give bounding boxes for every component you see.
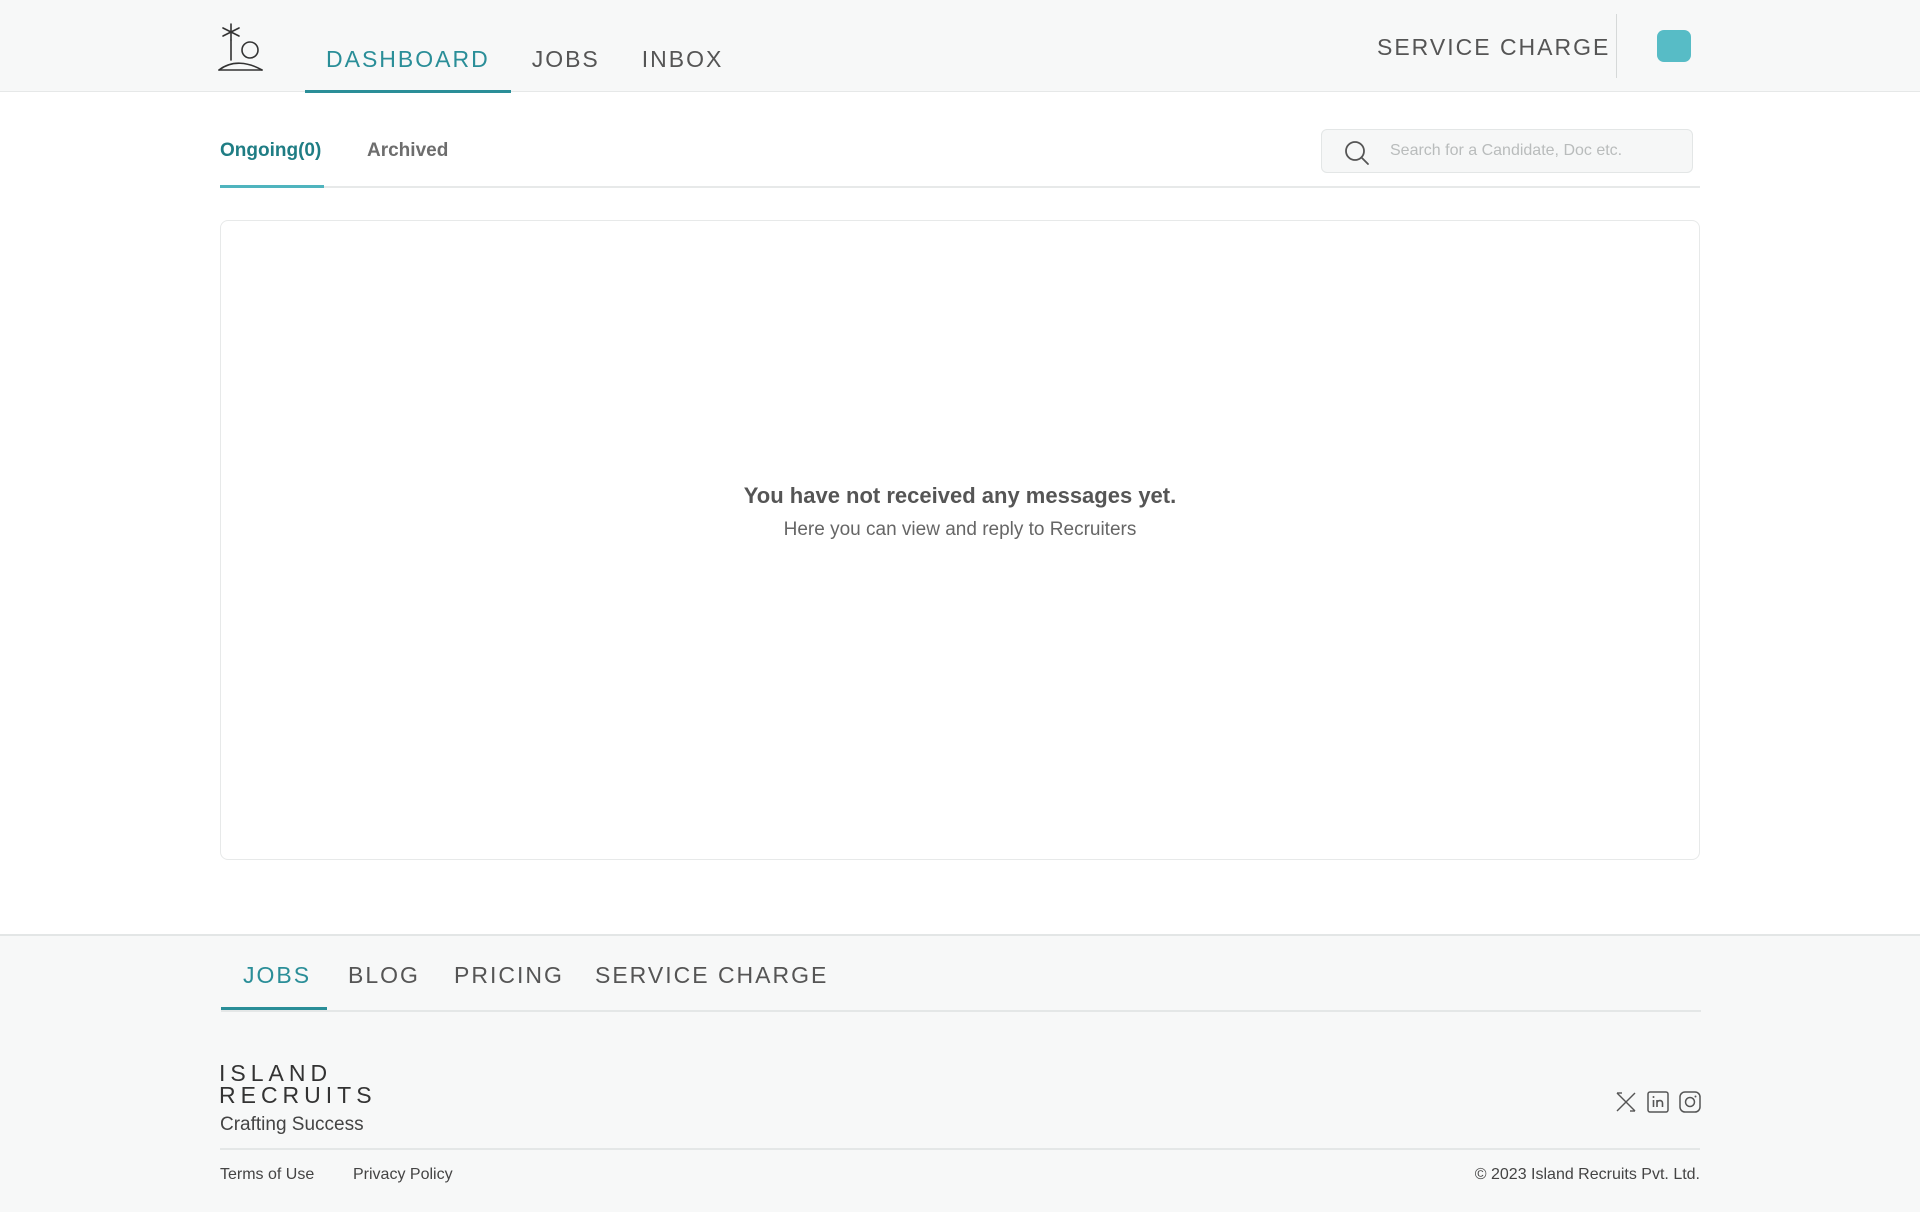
search-icon [1345, 141, 1369, 165]
footer-nav-service-charge[interactable]: SERVICE CHARGE [595, 962, 828, 989]
footer-nav-jobs[interactable]: JOBS [243, 962, 311, 989]
palm-island-logo-icon[interactable] [218, 20, 264, 72]
terms-link[interactable]: Terms of Use [220, 1166, 314, 1184]
avatar[interactable] [1657, 30, 1691, 62]
instagram-icon[interactable] [1678, 1090, 1702, 1114]
empty-state-title: You have not received any messages yet. [743, 483, 1177, 508]
tab-ongoing[interactable]: Ongoing(0) [220, 140, 321, 162]
tab-archived[interactable]: Archived [367, 140, 448, 162]
footer-active-indicator [221, 1007, 327, 1010]
brand-line-1: ISLAND [219, 1060, 333, 1086]
nav-dashboard[interactable]: DASHBOARD [305, 0, 511, 93]
search-box[interactable] [1321, 129, 1693, 173]
messages-panel: You have not received any messages yet. … [220, 220, 1700, 860]
service-charge-link[interactable]: SERVICE CHARGE [1377, 34, 1610, 61]
social-links [1614, 1090, 1702, 1114]
header-divider [1616, 14, 1617, 78]
nav-jobs[interactable]: JOBS [511, 0, 621, 92]
top-header: DASHBOARD JOBS INBOX SERVICE CHARGE [0, 0, 1920, 93]
privacy-link[interactable]: Privacy Policy [353, 1166, 453, 1184]
footer-divider [220, 1148, 1700, 1150]
footer-nav: JOBS BLOG PRICING SERVICE CHARGE [221, 936, 1701, 1012]
copyright-text: © 2023 Island Recruits Pvt. Ltd. [1474, 1166, 1700, 1183]
footer-brand-logo: ISLAND RECRUITS [219, 1060, 377, 1108]
search-input[interactable] [1390, 138, 1680, 164]
brand-line-2: RECRUITS [219, 1082, 377, 1108]
inbox-tabs: Ongoing(0) Archived [220, 92, 1700, 188]
main-nav: DASHBOARD JOBS INBOX [305, 0, 745, 93]
footer-nav-pricing[interactable]: PRICING [454, 962, 564, 989]
x-icon[interactable] [1614, 1090, 1638, 1114]
active-tab-indicator [220, 185, 324, 188]
empty-state-subtitle: Here you can view and reply to Recruiter… [783, 519, 1137, 540]
footer: JOBS BLOG PRICING SERVICE CHARGE ISLAND … [0, 934, 1920, 1212]
linkedin-icon[interactable] [1646, 1090, 1670, 1114]
footer-nav-blog[interactable]: BLOG [348, 962, 420, 989]
nav-inbox[interactable]: INBOX [621, 0, 745, 92]
footer-tagline: Crafting Success [220, 1114, 364, 1135]
